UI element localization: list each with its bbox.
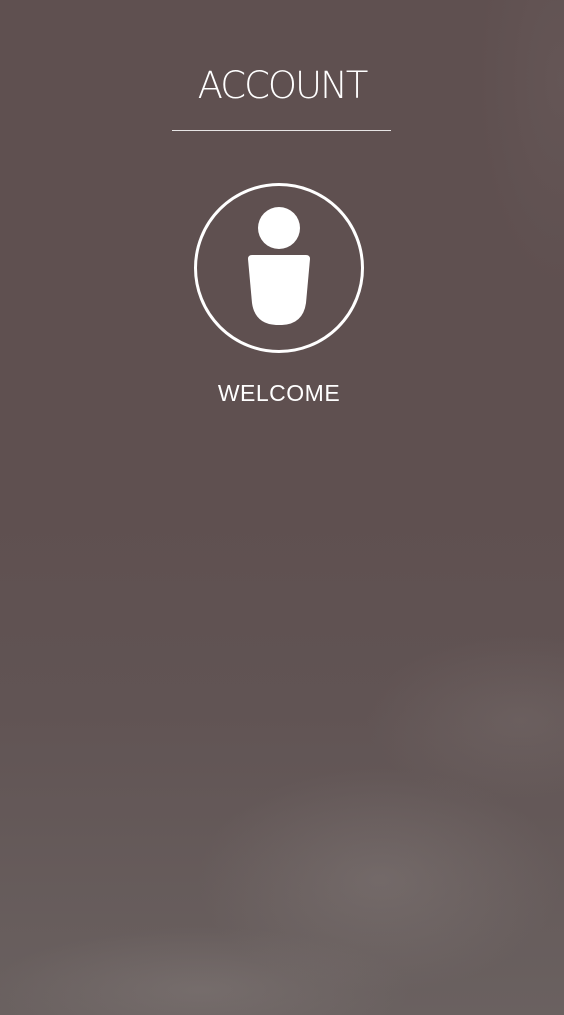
- page-title: ACCOUNT: [197, 64, 369, 107]
- account-screen: ACCOUNT WELCOME: [0, 0, 564, 1015]
- avatar-button[interactable]: [194, 183, 364, 353]
- welcome-label: WELCOME: [217, 380, 341, 406]
- user-icon: [194, 183, 364, 353]
- title-divider: [172, 130, 391, 131]
